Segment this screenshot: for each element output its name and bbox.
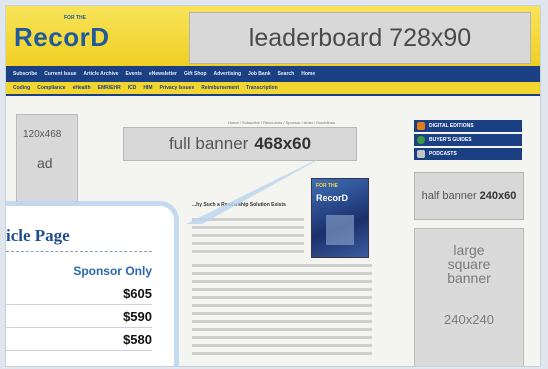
topic-item[interactable]: eHealth — [73, 85, 91, 91]
topic-item[interactable]: Transcription — [246, 85, 278, 91]
secondary-nav: Coding Compliance eHealth EMR/EHR ICD HI… — [6, 82, 540, 96]
podcasts-button[interactable]: PODCASTS — [414, 148, 522, 160]
topic-item[interactable]: HIM — [143, 85, 152, 91]
callout-title: icle Page — [6, 226, 70, 245]
square-line: banner — [447, 270, 491, 286]
half-banner-label: half banner — [421, 190, 477, 202]
half-banner-ad[interactable]: half banner 240x60 — [414, 172, 524, 220]
primary-nav: Subscribe Current Issue Article Archive … — [6, 66, 540, 82]
price-value: $590 — [123, 309, 152, 324]
half-banner-size: 240x60 — [479, 190, 517, 202]
topic-item[interactable]: ICD — [128, 85, 137, 91]
price-value: $605 — [123, 286, 152, 301]
callout-divider — [6, 251, 152, 252]
digital-editions-button[interactable]: DIGITAL EDITIONS — [414, 120, 522, 132]
nav-item[interactable]: Search — [278, 71, 295, 77]
topic-item[interactable]: EMR/EHR — [98, 85, 121, 91]
webpage-frame: FOR THE RecorD leaderboard 728x90 Subscr… — [6, 6, 540, 366]
buyers-guides-label: BUYER'S GUIDES — [429, 137, 472, 143]
square-line: square — [447, 256, 491, 272]
callout-pointer — [186, 152, 332, 224]
book-icon — [417, 122, 425, 130]
site-header: FOR THE RecorD leaderboard 728x90 — [6, 6, 540, 66]
nav-item[interactable]: Job Bank — [248, 71, 271, 77]
price-value: $580 — [123, 332, 152, 347]
column-header: Sponsor Only — [73, 264, 152, 278]
nav-item[interactable]: Subscribe — [13, 71, 37, 77]
nav-item[interactable]: Home — [301, 71, 315, 77]
nav-item[interactable]: Current Issue — [44, 71, 76, 77]
digital-editions-label: DIGITAL EDITIONS — [429, 123, 474, 129]
price-row: $580 — [6, 328, 152, 351]
nav-item[interactable]: eNewsletter — [149, 71, 177, 77]
site-logo[interactable]: RecorD — [14, 22, 134, 62]
buyers-guides-button[interactable]: BUYER'S GUIDES — [414, 134, 522, 146]
globe-icon — [417, 136, 425, 144]
topic-item[interactable]: Privacy Issues — [159, 85, 194, 91]
square-line: large — [453, 242, 485, 258]
nav-item[interactable]: Advertising — [214, 71, 242, 77]
square-size: 240x240 — [444, 312, 494, 327]
nav-item[interactable]: Article Archive — [83, 71, 118, 77]
price-row: $605 — [6, 282, 152, 305]
skyscraper-glyph: ad — [37, 155, 53, 171]
topic-item[interactable]: Coding — [13, 85, 30, 91]
skyscraper-size: 120x468 — [23, 129, 62, 140]
microphone-icon — [417, 150, 425, 158]
podcasts-label: PODCASTS — [429, 151, 457, 157]
leaderboard-ad[interactable]: leaderboard 728x90 — [189, 12, 531, 64]
nav-item[interactable]: Gift Shop — [184, 71, 207, 77]
logo-tagline: FOR THE — [64, 15, 86, 21]
pricing-callout: icle Page Sponsor Only $605 $590 $580 — [6, 206, 174, 366]
topic-item[interactable]: Reimbursement — [201, 85, 239, 91]
breadcrumb[interactable]: Home / Subscribe / Resources / Sponsor /… — [228, 120, 335, 125]
topic-item[interactable]: Compliance — [37, 85, 65, 91]
nav-item[interactable]: Events — [126, 71, 142, 77]
price-row: $590 — [6, 305, 152, 328]
article-body-continued — [192, 264, 372, 360]
square-banner-ad[interactable]: large square banner 240x240 — [414, 228, 524, 366]
